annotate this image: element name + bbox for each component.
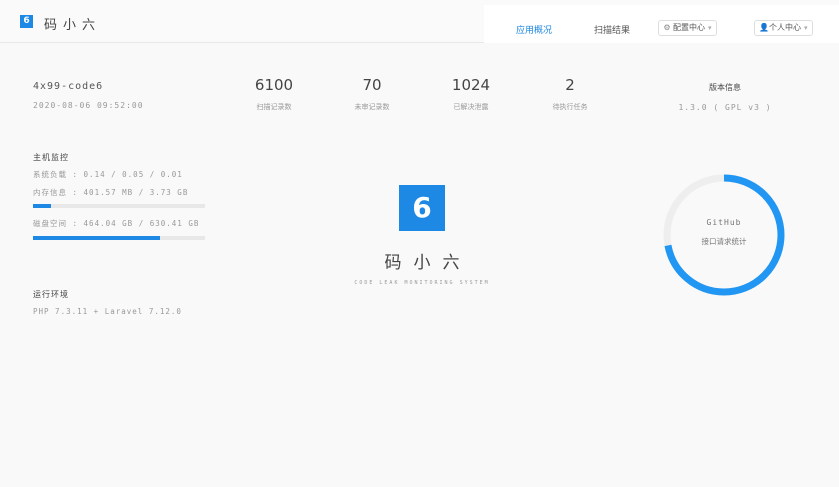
config-center-label: 配置中心 <box>673 23 705 32</box>
version-value: 1.3.0 ( GPL v3 ) <box>678 103 772 112</box>
chevron-down-icon: ▾ <box>804 24 808 32</box>
system-load: 系统负载 : 0.14 / 0.05 / 0.01 <box>33 170 183 179</box>
stat-value: 1024 <box>451 76 491 94</box>
stat-scan-records: 6100 扫描记录数 <box>234 76 314 112</box>
center-app-name: 码小六 <box>384 253 472 273</box>
memory-bar-fill <box>33 204 52 208</box>
gear-icon: ⚙ <box>663 23 671 32</box>
github-usage-ring[interactable] <box>659 170 789 300</box>
nav-overview-link[interactable]: 应用概况 <box>516 23 552 36</box>
host-time: 2020-08-06 09:52:00 <box>33 101 144 110</box>
runtime-title: 运行环境 <box>33 290 69 299</box>
stat-label: 扫描记录数 <box>256 103 292 111</box>
stat-pending-tasks: 2 待执行任务 <box>530 76 610 112</box>
app-logo-icon[interactable]: 6 <box>20 15 33 28</box>
brand-name[interactable]: 码小六 <box>44 14 101 33</box>
chevron-down-icon: ▾ <box>708 24 712 32</box>
top-header: 6 码小六 应用概况 扫描结果 ⚙ 配置中心 ▾ 👤个人中心 ▾ <box>0 0 839 43</box>
stat-value: 2 <box>565 76 575 94</box>
nav-scan-results-link[interactable]: 扫描结果 <box>594 23 630 36</box>
stat-value: 6100 <box>254 76 294 94</box>
stat-label: 已解决泄露 <box>453 103 489 111</box>
center-logo-icon: 6 <box>399 185 445 231</box>
github-subtitle: 接口请求统计 <box>701 237 747 246</box>
stat-label: 待执行任务 <box>552 103 588 111</box>
center-subtitle: CODE LEAK MONITORING SYSTEM <box>354 280 490 286</box>
stat-value: 70 <box>362 76 382 94</box>
stat-unreviewed-records: 70 未审记录数 <box>332 76 412 112</box>
stat-label: 未审记录数 <box>354 103 390 111</box>
disk-info: 磁盘空间 : 464.04 GB / 630.41 GB <box>33 219 200 228</box>
disk-bar-fill <box>33 236 160 240</box>
stat-resolved-leaks: 1024 已解决泄露 <box>431 76 511 112</box>
host-name: 4x99-code6 <box>33 81 104 92</box>
memory-info: 内存信息 : 401.57 MB / 3.73 GB <box>33 188 189 197</box>
personal-center-label: 个人中心 <box>769 23 801 32</box>
version-title: 版本信息 <box>709 83 741 92</box>
memory-bar <box>33 204 205 208</box>
runtime-value: PHP 7.3.11 + Laravel 7.12.0 <box>33 307 182 316</box>
monitor-title: 主机监控 <box>33 153 69 162</box>
config-center-dropdown[interactable]: ⚙ 配置中心 ▾ <box>658 20 717 36</box>
github-title: GitHub <box>706 218 742 227</box>
nav-bar: 应用概况 扫描结果 ⚙ 配置中心 ▾ 👤个人中心 ▾ <box>484 5 839 43</box>
user-icon: 👤 <box>759 23 769 32</box>
disk-bar <box>33 236 205 240</box>
version-info: 版本信息 1.3.0 ( GPL v3 ) <box>650 82 800 112</box>
personal-center-dropdown[interactable]: 👤个人中心 ▾ <box>754 20 813 36</box>
